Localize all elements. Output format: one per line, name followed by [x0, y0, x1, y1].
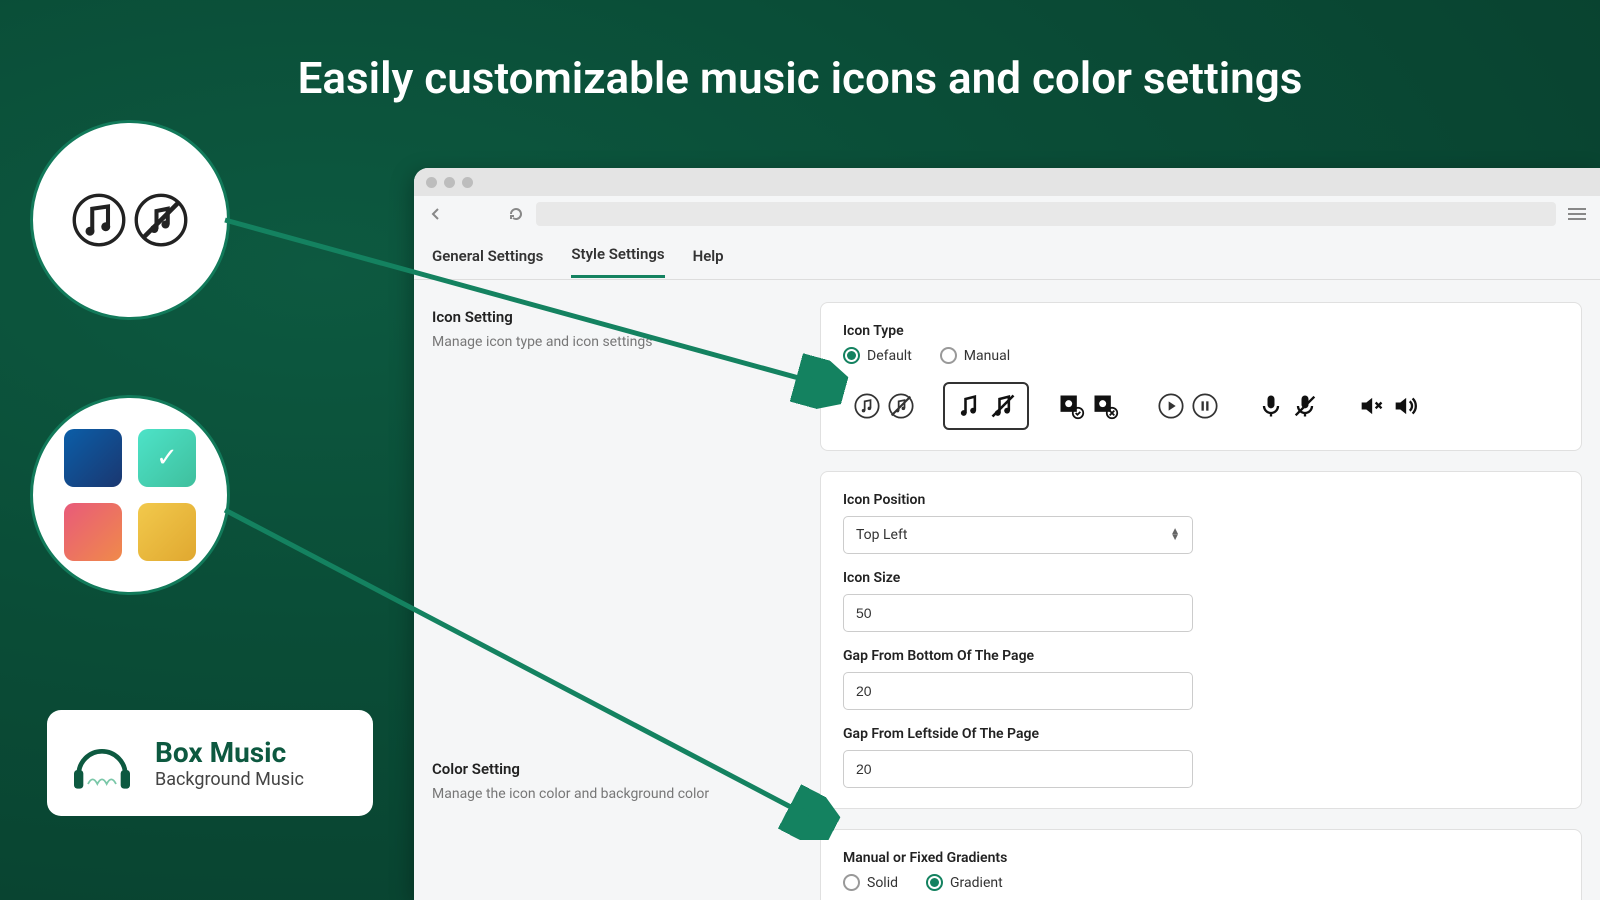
brand-name: Box Music: [155, 736, 304, 769]
icon-option-4[interactable]: [1147, 384, 1229, 428]
hero-title: Easily customizable music icons and colo…: [298, 52, 1303, 104]
music-on-icon: [72, 193, 126, 247]
color-setting-title: Color Setting: [432, 760, 802, 778]
app-tabs: General Settings Style Settings Help: [414, 232, 1600, 280]
close-dot[interactable]: [426, 177, 437, 188]
swatch-teal-selected: [138, 429, 196, 487]
music-circle-off-icon: [887, 392, 915, 420]
radio-solid[interactable]: Solid: [843, 874, 898, 891]
icon-position-label: Icon Position: [843, 492, 1559, 508]
icon-position-select[interactable]: Top Left ▲▼: [843, 516, 1193, 554]
gradient-label: Manual or Fixed Gradients: [843, 850, 1559, 866]
mic-off-icon: [1291, 392, 1319, 420]
speaker-on-icon: [1391, 392, 1419, 420]
radio-gradient-label: Gradient: [950, 875, 1003, 891]
album-x-icon: [1091, 392, 1119, 420]
icon-size-input[interactable]: [843, 594, 1193, 632]
icon-preview-bubble: [30, 120, 230, 320]
radio-default[interactable]: Default: [843, 347, 912, 364]
music-off-icon: [134, 193, 188, 247]
icon-option-3[interactable]: [1047, 384, 1129, 428]
swatch-blue: [64, 429, 122, 487]
icon-option-6[interactable]: [1347, 384, 1429, 428]
icon-option-2-selected[interactable]: [943, 382, 1029, 430]
radio-manual[interactable]: Manual: [940, 347, 1010, 364]
address-bar-row: [414, 196, 1600, 232]
maximize-dot[interactable]: [462, 177, 473, 188]
color-setting-desc: Manage the icon color and background col…: [432, 786, 802, 802]
swatch-pink: [64, 503, 122, 561]
swatch-gold: [138, 503, 196, 561]
icon-size-label: Icon Size: [843, 570, 1559, 586]
back-icon[interactable]: [428, 206, 444, 222]
gap-left-label: Gap From Leftside Of The Page: [843, 726, 1559, 742]
icon-position-value: Top Left: [856, 527, 907, 543]
mic-icon: [1257, 392, 1285, 420]
tab-general-settings[interactable]: General Settings: [432, 235, 543, 277]
headphone-logo-icon: [67, 728, 137, 798]
play-circle-icon: [1157, 392, 1185, 420]
select-arrows-icon: ▲▼: [1170, 529, 1180, 541]
radio-dot-icon: [843, 874, 860, 891]
minimize-dot[interactable]: [444, 177, 455, 188]
icon-position-card: Icon Position Top Left ▲▼ Icon Size Gap …: [820, 471, 1582, 809]
gradient-card: Manual or Fixed Gradients Solid Gradient: [820, 829, 1582, 900]
gap-bottom-label: Gap From Bottom Of The Page: [843, 648, 1559, 664]
brand-card: Box Music Background Music: [47, 710, 373, 816]
gradient-preview-bubble: [30, 395, 230, 595]
radio-dot-icon: [843, 347, 860, 364]
radio-dot-icon: [940, 347, 957, 364]
pause-circle-icon: [1191, 392, 1219, 420]
note-icon: [955, 392, 983, 420]
address-bar[interactable]: [536, 202, 1556, 226]
reload-icon[interactable]: [508, 206, 524, 222]
icon-setting-title: Icon Setting: [432, 308, 802, 326]
menu-icon[interactable]: [1568, 208, 1586, 220]
browser-window: General Settings Style Settings Help Ico…: [414, 168, 1600, 900]
tab-help[interactable]: Help: [693, 235, 724, 277]
icon-option-1[interactable]: [843, 384, 925, 428]
radio-manual-label: Manual: [964, 348, 1010, 364]
radio-gradient[interactable]: Gradient: [926, 874, 1003, 891]
gap-left-input[interactable]: [843, 750, 1193, 788]
icon-type-label: Icon Type: [843, 323, 1559, 339]
speaker-mute-icon: [1357, 392, 1385, 420]
note-off-icon: [989, 392, 1017, 420]
icon-type-card: Icon Type Default Manual: [820, 302, 1582, 451]
radio-solid-label: Solid: [867, 875, 898, 891]
album-check-icon: [1057, 392, 1085, 420]
music-circle-icon: [853, 392, 881, 420]
gap-bottom-input[interactable]: [843, 672, 1193, 710]
radio-dot-icon: [926, 874, 943, 891]
radio-default-label: Default: [867, 348, 912, 364]
brand-subtitle: Background Music: [155, 769, 304, 790]
tab-style-settings[interactable]: Style Settings: [571, 233, 664, 278]
icon-setting-desc: Manage icon type and icon settings: [432, 334, 802, 350]
window-controls: [414, 168, 1600, 196]
icon-option-5[interactable]: [1247, 384, 1329, 428]
